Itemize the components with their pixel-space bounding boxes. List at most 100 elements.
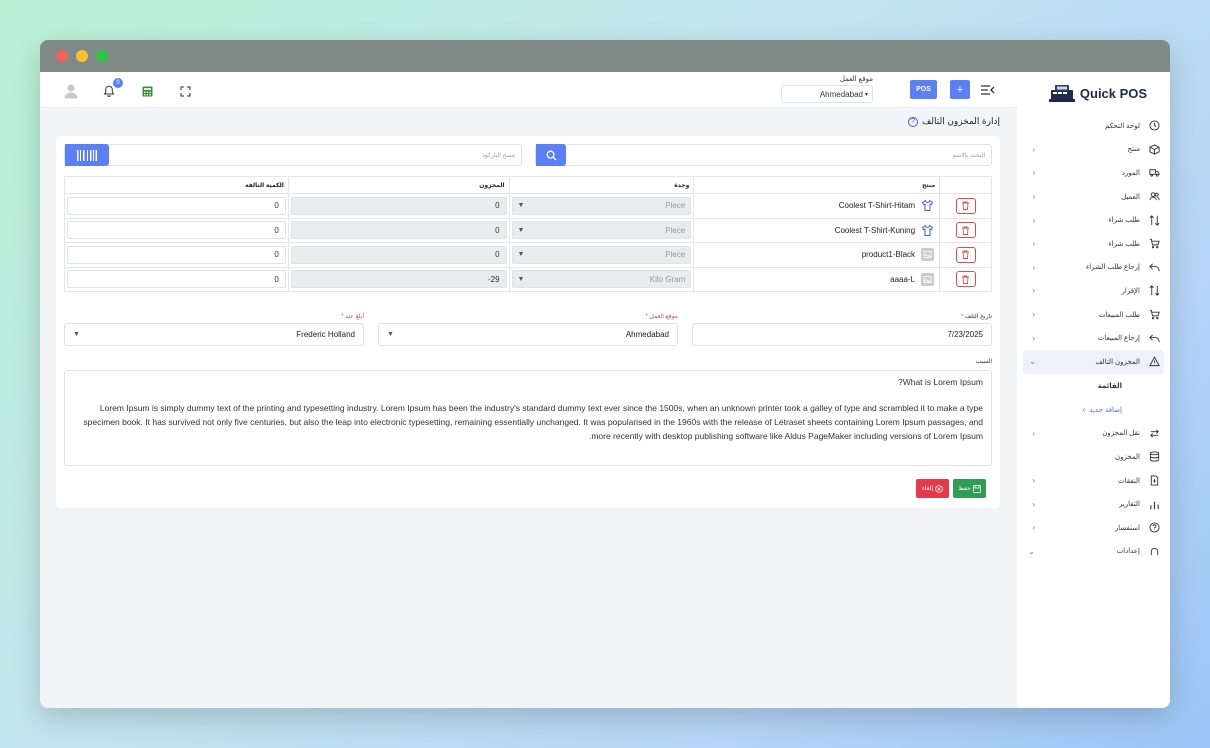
sidebar-item-damaged-stock[interactable]: المخزون التالف ⌄ <box>1023 349 1164 374</box>
unit-value: Piece <box>665 250 686 260</box>
chevron-left-icon: ‹ <box>1032 499 1035 509</box>
unit-select[interactable]: Piece ▼ <box>511 245 692 264</box>
top-bar: 0 موقع العمل Ahmedabad ▾ POS + <box>40 72 1017 108</box>
sidebar-item-purchase-return[interactable]: إرجاع طلب الشراء ‹ <box>1017 256 1170 280</box>
reported-by-label: أبلغ عنه * <box>341 314 364 320</box>
close-window-button[interactable] <box>56 50 68 62</box>
unit-select[interactable]: Piece ▼ <box>511 221 692 240</box>
app-window: 0 موقع العمل Ahmedabad ▾ POS + إدارة الم… <box>40 40 1170 708</box>
damaged-qty-column-header: الكمية التالفة <box>64 176 289 194</box>
work-location-value: Ahmedabad <box>819 89 863 99</box>
trash-icon <box>962 226 970 235</box>
unit-select[interactable]: Piece ▼ <box>511 196 692 215</box>
fullscreen-icon[interactable] <box>176 82 194 100</box>
product-search-box: البحث بالاسم <box>535 144 992 166</box>
sidebar-item-supplier[interactable]: المورد ‹ <box>1017 161 1170 185</box>
stock-column-header: المخزون <box>287 176 510 194</box>
minimize-window-button[interactable] <box>76 50 88 62</box>
table-row: product1-Black Piece ▼ 0 0 <box>64 242 992 268</box>
sidebar-item-stock-transfer[interactable]: نقل المخزون ‹ <box>1017 422 1170 446</box>
sidebar-item-expenses[interactable]: النفقات ‹ <box>1017 469 1170 493</box>
trash-icon <box>962 201 970 211</box>
chevron-left-icon: ‹ <box>1032 310 1035 320</box>
page-title: إدارة المخزون التالف ? <box>860 116 1000 127</box>
sidebar-item-sales-return[interactable]: إرجاع المبيعات ‹ <box>1017 326 1170 350</box>
actions-column-header <box>939 176 992 194</box>
search-input[interactable]: البحث بالاسم <box>565 145 991 165</box>
database-icon <box>1148 451 1160 463</box>
damaged-items-table: منتج وحدة المخزون الكمية التالفة Coolest… <box>64 176 992 292</box>
reason-textarea[interactable]: What is Lorem Ipsum? Lorem Ipsum is simp… <box>64 370 992 466</box>
add-button[interactable]: + <box>950 80 970 99</box>
sidebar-item-purchase[interactable]: طلب شراء ‹ <box>1017 232 1170 256</box>
reason-line: What is Lorem Ipsum? <box>897 377 983 387</box>
save-button[interactable]: حفظ <box>953 479 986 498</box>
notification-bell-icon[interactable]: 0 <box>100 78 123 100</box>
cancel-button[interactable]: إلغاء <box>916 479 949 498</box>
work-location-selector[interactable]: موقع العمل Ahmedabad ▾ <box>781 75 873 103</box>
sidebar-item-stock[interactable]: المخزون <box>1017 445 1170 469</box>
calculator-icon[interactable] <box>138 82 156 100</box>
help-icon[interactable]: ? <box>907 116 918 127</box>
help-icon <box>1148 522 1160 534</box>
caret-down-icon: ▼ <box>517 202 525 210</box>
sidebar-subitem-add-new[interactable]: إضافة جديد › <box>1017 398 1170 422</box>
dashboard-icon <box>1148 120 1160 132</box>
sidebar-item-reports[interactable]: التقارير ‹ <box>1017 492 1170 516</box>
reported-by-select[interactable]: ▼ Frederic Holland <box>64 323 364 346</box>
pos-button[interactable]: POS <box>910 80 937 99</box>
sidebar-item-inquiry[interactable]: استفسار ‹ <box>1017 516 1170 540</box>
damaged-qty-input[interactable]: 0 <box>67 196 286 215</box>
delete-row-button[interactable] <box>955 197 976 214</box>
caret-down-icon: ▼ <box>387 331 394 338</box>
chevron-left-icon: ‹ <box>1032 476 1035 486</box>
damage-date-value: 7/23/2025 <box>947 330 983 339</box>
delete-row-button[interactable] <box>955 222 976 239</box>
sidebar-item-product[interactable]: منتج ‹ <box>1017 138 1170 162</box>
cancel-icon <box>935 484 943 493</box>
sidebar-item-sales-order[interactable]: طلب المبيعات ‹ <box>1017 303 1170 327</box>
user-avatar[interactable] <box>62 82 80 100</box>
product-name: Coolest T-Shirt-Kuning <box>834 225 916 235</box>
placeholder-image-icon <box>921 248 935 262</box>
work-location-select[interactable]: Ahmedabad ▾ <box>781 85 873 103</box>
cart-icon <box>1148 238 1160 250</box>
location-select[interactable]: ▼ Ahmedabad <box>378 323 678 346</box>
sidebar-item-quotation[interactable]: الإقرار ‹ <box>1017 279 1170 303</box>
unit-value: Kilo Gram <box>649 274 686 284</box>
unit-column-header: وحدة <box>508 176 695 194</box>
table-row: Coolest T-Shirt-Kuning Piece ▼ 0 0 <box>64 217 992 243</box>
cancel-label: إلغاء <box>921 486 934 492</box>
delete-row-button[interactable] <box>955 271 976 288</box>
sidebar-item-purchase-order[interactable]: طلب شراء ‹ <box>1017 208 1170 232</box>
save-icon <box>972 484 981 493</box>
chevron-left-icon: ‹ <box>1032 144 1035 154</box>
sidebar-item-settings[interactable]: إعدادات ⌄ <box>1017 540 1170 564</box>
search-button[interactable] <box>536 144 566 166</box>
sidebar-subitem-list[interactable]: القائمة <box>1017 374 1170 398</box>
cart-icon <box>1148 309 1160 321</box>
barcode-scan-button[interactable] <box>65 144 109 166</box>
delete-row-button[interactable] <box>955 246 976 263</box>
maximize-window-button[interactable] <box>96 50 108 62</box>
app-logo[interactable]: Quick POS <box>1017 72 1170 114</box>
damaged-qty-input[interactable]: 0 <box>67 270 286 289</box>
unit-select[interactable]: Kilo Gram ▼ <box>511 270 692 289</box>
menu-collapse-icon[interactable] <box>980 82 996 98</box>
reason-label: السبب <box>975 359 992 365</box>
unit-value: Piece <box>665 201 686 211</box>
damaged-qty-input[interactable]: 0 <box>67 245 286 264</box>
damage-date-input[interactable]: 7/23/2025 <box>692 323 992 346</box>
barcode-input[interactable]: مسح الباركود <box>108 145 521 165</box>
chevron-down-icon: ⌄ <box>1029 357 1036 367</box>
headset-icon <box>1148 545 1160 557</box>
sidebar-item-customer[interactable]: العميل ‹ <box>1017 185 1170 209</box>
product-column-header: منتج <box>693 176 941 194</box>
stock-field: -29 <box>290 270 507 289</box>
damaged-qty-input[interactable]: 0 <box>67 221 286 240</box>
swap-icon <box>1148 285 1160 297</box>
warning-icon <box>1148 356 1160 368</box>
swap-icon <box>1148 214 1160 226</box>
sidebar-item-dashboard[interactable]: لوحة التحكم <box>1017 114 1170 138</box>
sidebar: Quick POS لوحة التحكم منتج ‹ المورد ‹ ال… <box>1017 72 1170 708</box>
